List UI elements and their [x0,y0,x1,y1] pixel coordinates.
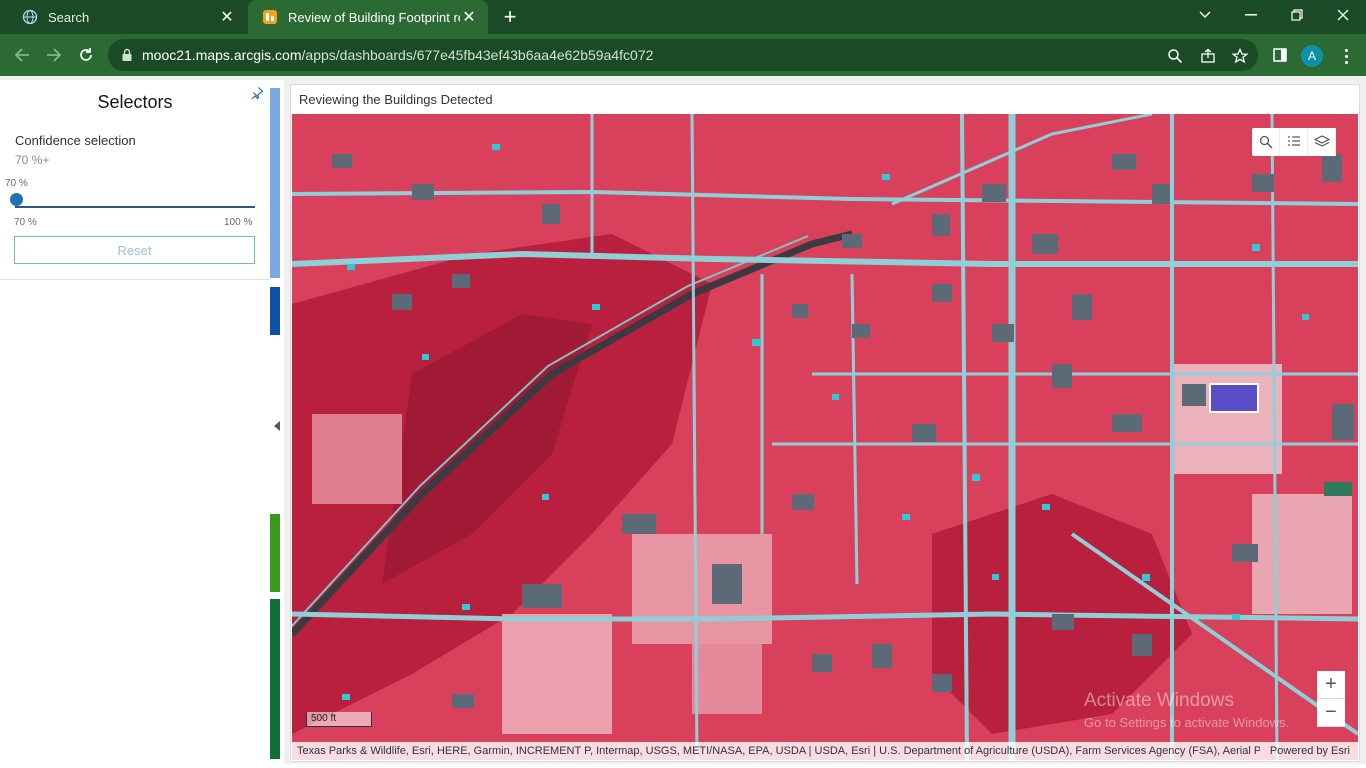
sidebar-color-strip [270,287,280,335]
zoom-in-button[interactable]: + [1317,671,1345,699]
pin-icon[interactable] [250,86,264,100]
reload-icon[interactable] [72,41,100,69]
back-arrow-icon[interactable] [8,41,36,69]
map-panel: Reviewing the Buildings Detected + − Act… [290,84,1360,762]
sidebar-color-strip [270,599,280,759]
browser-tab-strip: Search ✕ Review of Building Footprint re… [0,0,1366,34]
sidebar-color-strip [270,514,280,592]
legend-list-icon[interactable] [1280,128,1308,156]
dashboard: Selectors Confidence selection 70 %+ 70 … [0,76,1366,764]
browser-toolbar: mooc21.maps.arcgis.com/apps/dashboards/6… [0,34,1366,76]
selectors-title: Selectors [97,92,173,112]
url-path: /apps/dashboards/677e45fb43ef43b6aa4e62b… [301,47,654,63]
new-tab-button[interactable]: + [497,4,523,30]
map-attribution: Texas Parks & Wildlife, Esri, HERE, Garm… [292,742,1358,760]
confidence-slider-handle[interactable] [10,193,23,206]
profile-avatar[interactable]: A [1301,45,1323,67]
restore-button[interactable] [1274,0,1320,30]
selectors-sidebar: Selectors Confidence selection 70 %+ 70 … [0,80,284,764]
close-window-button[interactable] [1320,0,1366,30]
windows-watermark-subtitle: Go to Settings to activate Windows. [1084,715,1290,730]
tab-title: Review of Building Footprint res [288,9,460,25]
powered-by-esri[interactable]: Powered by Esri [1260,745,1358,757]
url-host: mooc21.maps.arcgis.com [142,47,302,63]
windows-watermark-title: Activate Windows [1084,690,1234,711]
globe-icon [22,9,38,25]
close-tab-icon[interactable]: ✕ [460,8,478,26]
confidence-value: 70 %+ [15,153,50,167]
lock-icon [120,48,134,62]
sidepanel-icon[interactable] [1266,41,1294,69]
confidence-slider-track[interactable] [15,206,255,208]
search-icon[interactable] [1252,128,1280,156]
map-title: Reviewing the Buildings Detected [299,92,493,107]
menu-icon[interactable] [1338,44,1354,68]
slider-max-label: 100 % [224,217,253,228]
star-icon[interactable] [1230,46,1250,66]
attribution-text[interactable]: Texas Parks & Wildlife, Esri, HERE, Garm… [297,745,1260,757]
layers-icon[interactable] [1308,128,1336,156]
zoom-out-button[interactable]: − [1317,699,1345,727]
slider-min-label: 70 % [14,217,37,228]
slider-tooltip: 70 % [5,178,28,189]
reset-button[interactable]: Reset [14,236,255,264]
tab-title: Search [48,9,90,25]
sidebar-scroll-strip [270,88,280,278]
tab-search-dropdown-icon[interactable] [1182,0,1228,30]
selectors-card: Selectors Confidence selection 70 %+ 70 … [0,80,270,280]
map-toolbar [1252,128,1336,156]
tab-search[interactable]: Search ✕ [8,0,246,34]
close-tab-icon[interactable]: ✕ [218,8,236,26]
map-view[interactable]: + − Activate Windows Go to Settings to a… [292,114,1358,760]
address-bar[interactable]: mooc21.maps.arcgis.com/apps/dashboards/6… [108,39,1258,71]
minimize-button[interactable] [1228,0,1274,30]
aerial-imagery [292,114,1358,760]
zoom-controls: + − [1317,671,1345,727]
zoom-icon[interactable] [1165,46,1185,66]
confidence-label: Confidence selection [15,133,136,148]
tab-dashboard[interactable]: Review of Building Footprint res ✕ [248,0,488,34]
scale-bar: 500 ft [306,712,372,727]
arcgis-dashboard-icon [262,9,278,25]
collapse-panel-icon[interactable] [273,420,281,432]
forward-arrow-icon[interactable] [40,41,68,69]
url-text: mooc21.maps.arcgis.com/apps/dashboards/6… [142,47,653,63]
share-icon[interactable] [1198,46,1218,66]
